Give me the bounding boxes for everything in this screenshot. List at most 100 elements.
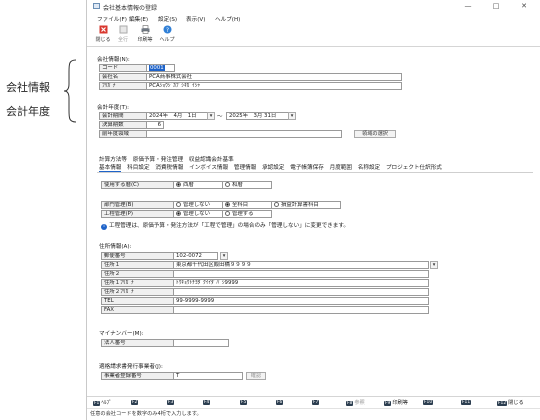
f10-key[interactable]: F10 [423,399,434,405]
select-all-icon [119,25,127,34]
tel-field[interactable]: 99-9999-9999 [173,297,429,305]
company-section-label: 会社情報(N): [97,57,130,63]
dept-option-none[interactable]: 管理しない [173,201,223,209]
f4-key[interactable]: F4 [203,399,211,405]
f6-key[interactable]: F6 [276,399,284,405]
company-kana-field[interactable]: PCAｼｮｳｼﾞｶﾌﾞｼｷｶﾞｲｼｬ [146,82,402,90]
postal-code-field[interactable]: 102-0072 [173,252,218,260]
print-tool-button[interactable]: 印刷等 [135,24,155,46]
era-label: 使用する暦(C) [101,181,174,189]
tel-label: TEL [101,297,174,305]
fiscal-section-label: 会計年度(T): [97,105,130,111]
annotation-brace [63,59,77,123]
f4-key-badge: F4 [203,400,211,405]
company-name-label: 会社名 [99,73,147,81]
address1-label: 住所１ [101,261,174,269]
code-field[interactable]: 0001 [146,64,175,72]
f9-print-key[interactable]: F9 印刷等 [384,399,408,406]
window-title: 会社基本情報の登録 [103,5,158,12]
f8-key-badge: F8 [346,401,354,406]
corp-number-field[interactable] [173,339,229,347]
tab-basic-info[interactable]: 基本情報 [99,165,122,172]
close-window-button[interactable]: ✕ [511,1,537,12]
f8-key-label: 参照 [354,400,365,406]
annotation-company: 会社情報 [6,81,50,94]
radio-icon [225,182,230,187]
address2-field[interactable] [173,270,429,278]
confirm-button[interactable]: 確認 [246,372,266,380]
menu-edit[interactable]: 編集(E) [129,15,148,23]
address1-field[interactable]: 東京都千代田区飯田橋９９９９ [173,261,429,269]
f5-key-badge: F5 [240,400,248,405]
f3-key[interactable]: F3 [167,399,175,405]
address1-dropdown[interactable]: ▾ [430,261,438,269]
company-settings-window: 会社基本情報の登録 — □ ✕ ファイル(F) 編集(E) 設定(S) 表示(V… [86,0,540,420]
menu-file[interactable]: ファイル(F) [97,15,127,23]
process-option-none[interactable]: 管理しない [173,210,223,218]
prev-year-field [146,130,342,138]
registration-number-field[interactable]: T [173,372,243,380]
f10-key-badge: F10 [423,400,434,405]
menu-settings[interactable]: 設定(S) [158,15,177,23]
f9-key-label: 印刷等 [392,400,408,406]
registration-prefix: T [176,373,180,379]
fax-field[interactable] [173,306,429,314]
tab-approval-settings[interactable]: 承認設定 [262,165,284,171]
period-end-field[interactable]: 2025年 3月 31日 [226,112,289,120]
address1-kana-field[interactable]: ﾄｳｷｮｳﾄﾁﾖﾀﾞｸｲｲﾀﾞﾊﾞｼ9999 [173,279,429,287]
registration-number-label: 事業者登録番号 [101,372,174,380]
tab-e-book-storage[interactable]: 電子帳簿保存 [290,165,324,171]
f2-key[interactable]: F2 [131,399,139,405]
f8-reference-key[interactable]: F8 参照 [346,399,365,406]
tab-account-settings[interactable]: 科目設定 [127,165,149,171]
period-start-dropdown[interactable]: ▾ [207,112,215,120]
era-option-japanese[interactable]: 和暦 [222,181,272,189]
era-option-western[interactable]: 西暦 [173,181,223,189]
fax-label: FAX [101,306,174,314]
term-label: 決算期数 [99,121,147,129]
app-icon [93,3,100,9]
printer-icon [141,25,149,34]
tab-invoice-info[interactable]: インボイス情報 [189,165,228,171]
tab-month-range[interactable]: 月度範囲 [330,165,352,171]
radio-icon [225,211,230,216]
menu-view[interactable]: 表示(V) [186,15,205,23]
f12-key-label: 閉じる [508,400,524,406]
tab-consumption-tax[interactable]: 消費税情報 [155,165,183,171]
f1-help-key[interactable]: F1 ﾍﾙﾌﾟ [93,399,112,406]
select-all-tool-label: 全行 [117,37,128,43]
f7-key[interactable]: F7 [312,399,320,405]
period-tilde: ～ [217,114,223,120]
f11-key[interactable]: F11 [461,399,472,405]
period-end-dropdown[interactable]: ▾ [288,112,296,120]
process-option-manage-label: 管理する [232,211,254,217]
dept-option-pl-label: 損益計算書科目 [281,202,319,208]
term-field[interactable]: 6 [146,121,164,129]
f12-close-key[interactable]: F12 閉じる [497,399,524,406]
corp-number-label: 法人番号 [101,339,174,347]
tab-row-2: 基本情報 科目設定 消費税情報 インボイス情報 管理情報 承認設定 電子帳簿保存… [99,163,446,172]
radio-selected-icon [176,211,181,216]
dept-option-pl[interactable]: 損益計算書科目 [271,201,341,209]
process-option-manage[interactable]: 管理する [222,210,272,218]
minimize-button[interactable]: — [455,1,481,12]
f5-key[interactable]: F5 [240,399,248,405]
radio-icon [176,202,181,207]
postal-code-label: 郵便番号 [101,252,174,260]
company-name-field[interactable]: PCA商事株式会社 [146,73,402,81]
select-all-tool-button[interactable]: 全行 [113,24,133,46]
maximize-button[interactable]: □ [483,1,509,12]
select-area-button[interactable]: 領域の選択 [354,130,396,138]
address2-kana-field[interactable] [173,288,429,296]
dept-option-all[interactable]: 全科目 [222,201,272,209]
period-start-field[interactable]: 2024年 4月 1日 [146,112,208,120]
postal-code-lookup-button[interactable]: ▾ [220,252,228,260]
tab-management-info[interactable]: 管理情報 [234,165,256,171]
dept-option-none-label: 管理しない [183,202,210,208]
tab-project-journal[interactable]: プロジェクト仕訳形式 [386,165,442,171]
radio-icon [274,202,279,207]
close-tool-button[interactable]: 閉じる [93,24,113,46]
tab-name-settings[interactable]: 名称設定 [358,165,380,171]
help-tool-button[interactable]: ? ヘルプ [157,24,177,46]
menu-help[interactable]: ヘルプ(H) [215,15,240,23]
